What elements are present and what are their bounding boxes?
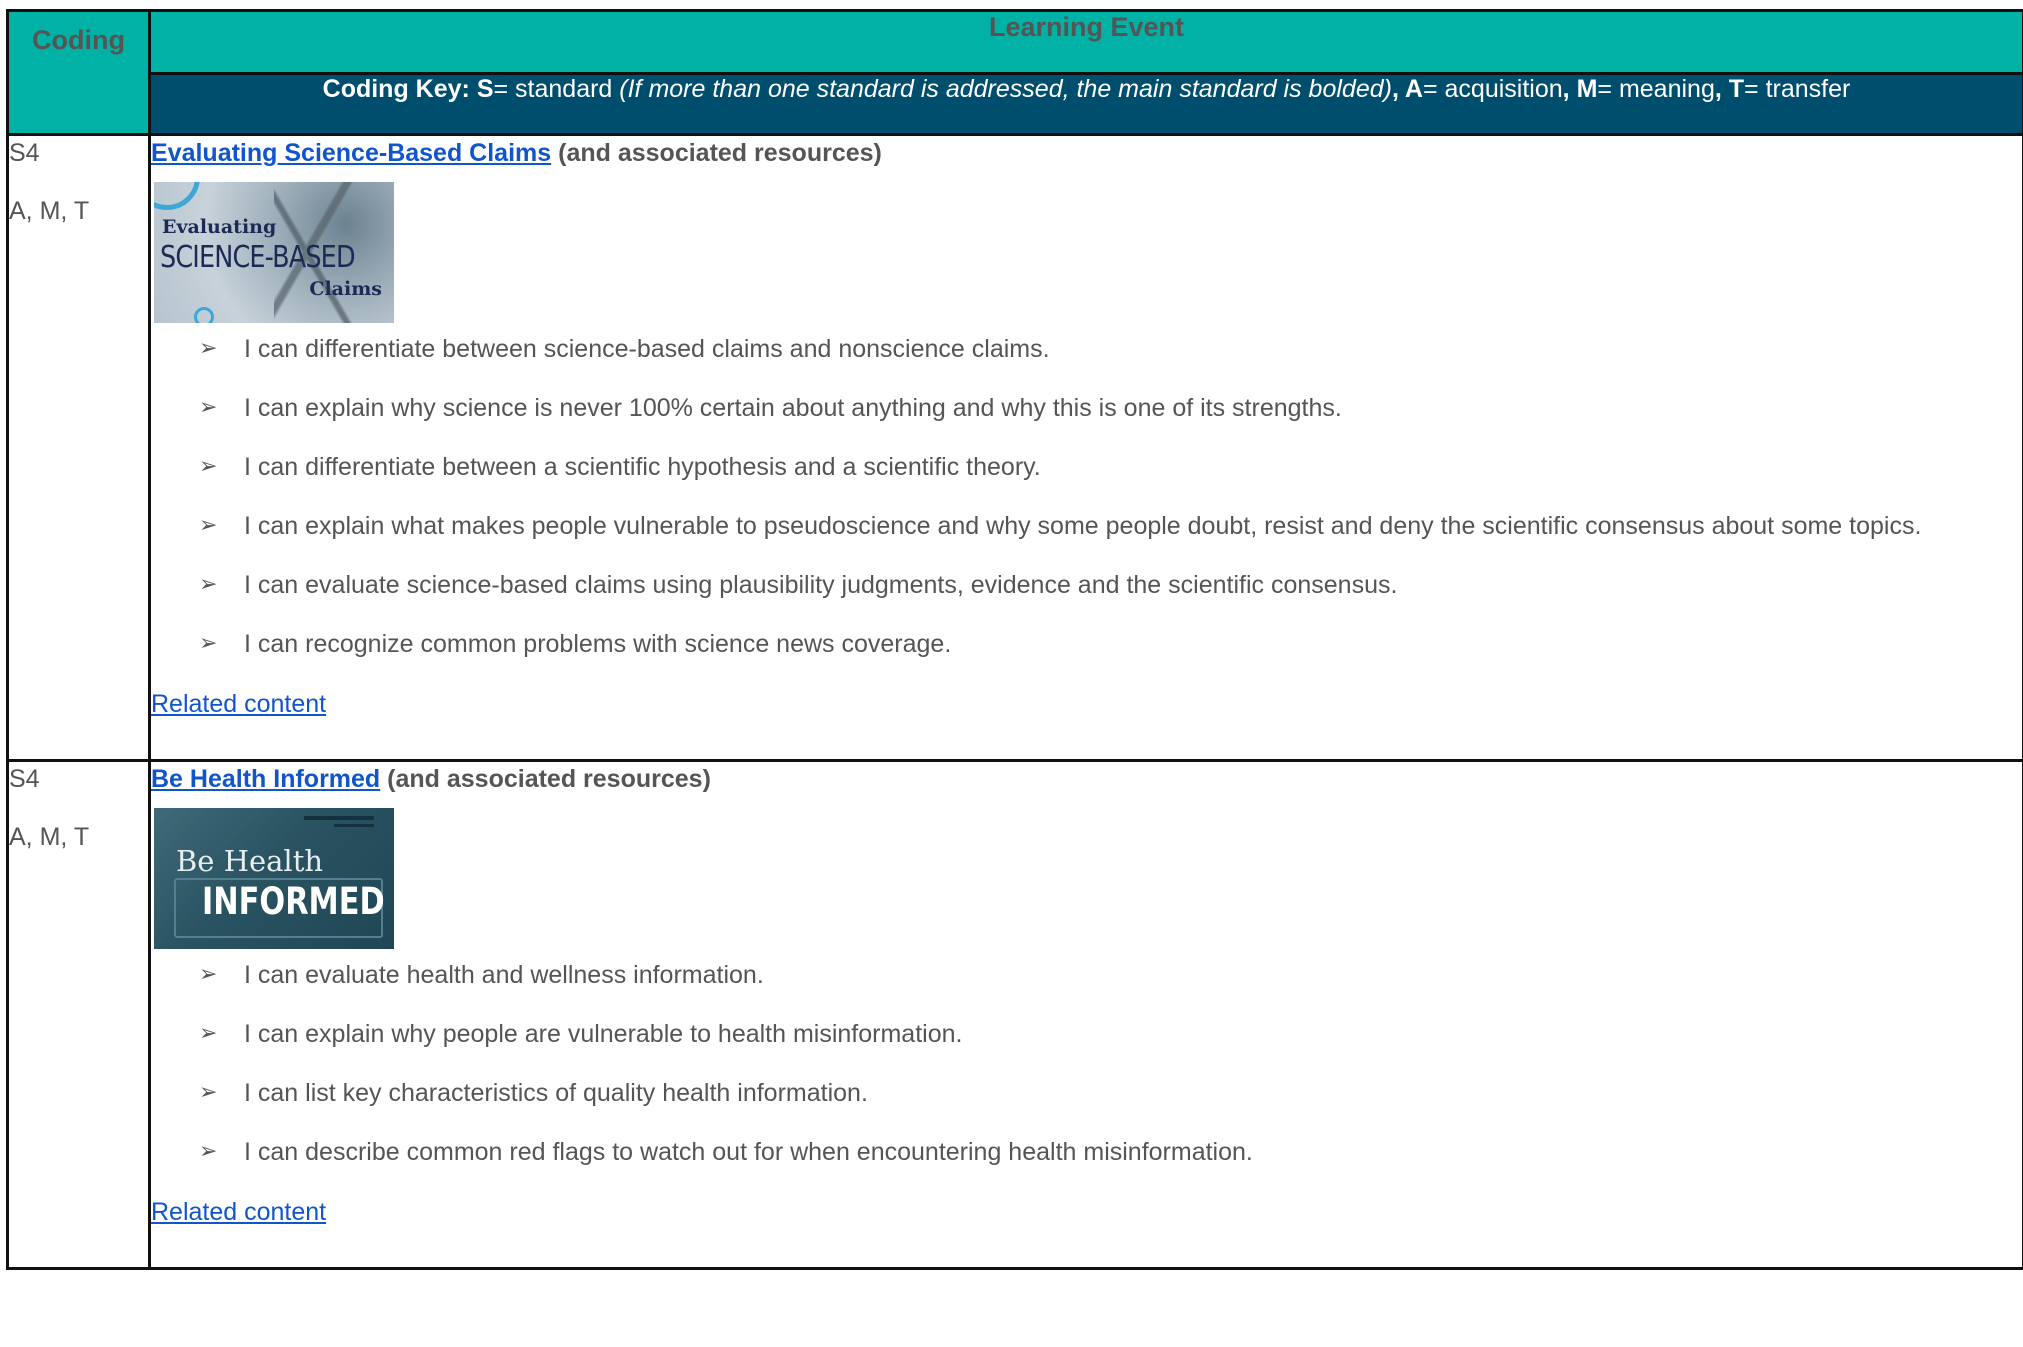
coding-header-label: Coding xyxy=(32,25,125,55)
coding-key-sep: , xyxy=(1714,75,1729,103)
related-content-link[interactable]: Related content xyxy=(151,1198,326,1226)
event-thumbnail-image: Evaluating SCIENCE-BASED Claims xyxy=(154,182,394,323)
event-thumbnail-image: Be Health INFORMED xyxy=(154,808,394,949)
coding-key-a-text: = acquisition xyxy=(1422,75,1563,103)
coding-key: Coding Key: S= standard (If more than on… xyxy=(148,72,2023,136)
coding-key-s-text: = standard xyxy=(493,75,620,103)
list-item: ➢ I can explain why science is never 100%… xyxy=(199,392,2022,424)
list-item-text: I can recognize common problems with sci… xyxy=(244,630,952,658)
arrow-bullet-icon: ➢ xyxy=(199,1021,218,1046)
coding-cell: S4 A, M, T xyxy=(6,133,151,762)
list-item: ➢ I can differentiate between science-bas… xyxy=(199,333,2022,365)
coding-key-m-text: = meaning xyxy=(1597,75,1715,103)
coding-key-label: Coding Key: xyxy=(322,75,470,103)
coding-cell: S4 A, M, T xyxy=(6,759,151,1270)
list-item: ➢ I can recognize common problems with sc… xyxy=(199,628,2022,660)
list-item-text: I can evaluate health and wellness infor… xyxy=(244,961,764,989)
thumbnail-text: SCIENCE-BASED xyxy=(160,240,356,275)
learning-targets-list: ➢ I can differentiate between science-bas… xyxy=(151,333,2022,660)
arrow-bullet-icon: ➢ xyxy=(199,454,218,479)
thumbnail-text: INFORMED xyxy=(202,880,385,923)
coding-key-t: T xyxy=(1728,75,1745,103)
list-item: ➢ I can differentiate between a scientifi… xyxy=(199,451,2022,483)
event-codes: A, M, T xyxy=(9,823,90,851)
coding-key-s: S xyxy=(476,75,494,103)
coding-key-sep: , xyxy=(1562,75,1577,103)
related-content-link[interactable]: Related content xyxy=(151,690,326,718)
list-item: ➢ I can evaluate science-based claims usi… xyxy=(199,569,2022,601)
thumbnail-text: Claims xyxy=(309,278,382,300)
arrow-bullet-icon: ➢ xyxy=(199,395,218,420)
list-item: ➢ I can evaluate health and wellness info… xyxy=(199,959,2022,991)
list-item-text: I can explain what makes people vulnerab… xyxy=(244,512,1922,540)
related-content: Related content xyxy=(151,687,2022,759)
list-item-text: I can differentiate between a scientific… xyxy=(244,453,1041,481)
coding-key-a: A xyxy=(1404,75,1423,103)
learning-event-cell: Be Health Informed (and associated resou… xyxy=(148,759,2023,1270)
standard-code: S4 xyxy=(9,139,40,167)
coding-key-m: M xyxy=(1576,75,1598,103)
learning-targets-list: ➢ I can evaluate health and wellness info… xyxy=(151,959,2022,1168)
list-item: ➢ I can explain why people are vulnerable… xyxy=(199,1018,2022,1050)
event-title-link[interactable]: Be Health Informed xyxy=(151,765,380,793)
page: Coding Learning Event Coding Key: S= sta… xyxy=(0,0,2023,1347)
event-title-suffix: (and associated resources) xyxy=(551,139,882,167)
event-title: Evaluating Science-Based Claims (and ass… xyxy=(151,136,2022,170)
learning-event-header-label: Learning Event xyxy=(988,12,1185,42)
coding-key-s-note: (If more than one standard is addressed,… xyxy=(619,75,1392,103)
arrow-bullet-icon: ➢ xyxy=(199,336,218,361)
learning-event-header: Learning Event xyxy=(148,9,2023,75)
coding-key-row: Coding Key: S= standard (If more than on… xyxy=(8,72,2023,136)
header-row: Coding Learning Event xyxy=(6,9,2023,136)
arrow-bullet-icon: ➢ xyxy=(199,631,218,656)
list-item-text: I can evaluate science-based claims usin… xyxy=(244,571,1398,599)
list-item: ➢ I can list key characteristics of quali… xyxy=(199,1077,2022,1109)
list-item-text: I can describe common red flags to watch… xyxy=(244,1138,1253,1166)
event-codes: A, M, T xyxy=(9,197,90,225)
list-item: ➢ I can describe common red flags to watc… xyxy=(199,1136,2022,1168)
arrow-bullet-icon: ➢ xyxy=(199,1080,218,1105)
learning-events-table: Coding Learning Event Coding Key: S= sta… xyxy=(6,9,2023,1270)
event-title-link[interactable]: Evaluating Science-Based Claims xyxy=(151,139,551,167)
thumbnail-text: Be Health xyxy=(176,844,324,878)
table-row: S4 A, M, T Be Health Informed (and assoc… xyxy=(6,759,2023,1270)
coding-header: Coding xyxy=(6,9,151,136)
list-item-text: I can differentiate between science-base… xyxy=(244,335,1050,363)
standard-code: S4 xyxy=(9,765,40,793)
coding-key-sep: , xyxy=(1391,75,1405,103)
table-row: S4 A, M, T Evaluating Science-Based Clai… xyxy=(6,133,2023,762)
list-item-text: I can list key characteristics of qualit… xyxy=(244,1079,868,1107)
thumbnail-text: Evaluating xyxy=(162,216,277,238)
related-content: Related content xyxy=(151,1195,2022,1267)
event-title: Be Health Informed (and associated resou… xyxy=(151,762,2022,796)
list-item: ➢ I can explain what makes people vulnera… xyxy=(199,510,2022,542)
coding-key-t-text: = transfer xyxy=(1744,75,1851,103)
list-item-text: I can explain why people are vulnerable … xyxy=(244,1020,963,1048)
arrow-bullet-icon: ➢ xyxy=(199,572,218,597)
learning-event-cell: Evaluating Science-Based Claims (and ass… xyxy=(148,133,2023,762)
arrow-bullet-icon: ➢ xyxy=(199,1139,218,1164)
arrow-bullet-icon: ➢ xyxy=(199,513,218,538)
list-item-text: I can explain why science is never 100% … xyxy=(244,394,1342,422)
arrow-bullet-icon: ➢ xyxy=(199,962,218,987)
event-title-suffix: (and associated resources) xyxy=(380,765,711,793)
